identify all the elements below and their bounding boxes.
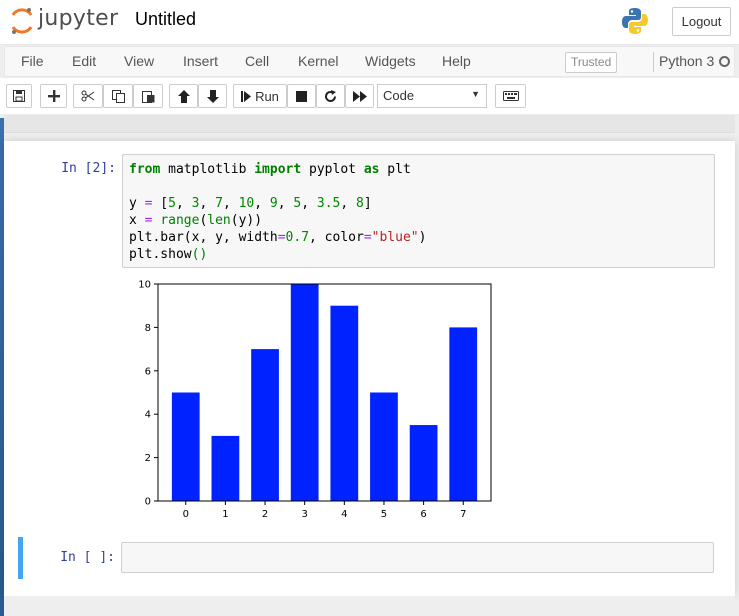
code-cell-input[interactable] [121,542,714,573]
trusted-indicator[interactable]: Trusted [565,52,618,73]
jupyter-logo-text: jupyter [38,6,119,31]
code-line: plt.bar(x, y, width=0.7, color="blue") [129,230,427,245]
x-tick-label: 3 [301,509,307,519]
cut-icon [81,90,95,102]
arrow-up-icon [177,89,190,103]
move-up-button[interactable] [169,84,198,108]
bar-0 [171,392,200,501]
insert-cell-button[interactable] [40,84,67,108]
menu-help[interactable]: Help [442,53,471,69]
paste-button[interactable] [133,84,163,108]
bar-1 [211,435,240,501]
y-tick-label: 4 [145,410,151,421]
bar-chart-output: 0 1 2 3 4 5 6 7 0 2 4 6 8 10 [122,279,502,519]
keyboard-icon [502,91,519,101]
jupyter-logo-icon[interactable] [9,6,35,36]
cell-prompt: In [2]: [61,161,116,176]
x-tick-label: 4 [341,509,347,519]
menu-view[interactable]: View [124,53,154,69]
python-logo-icon [622,8,648,34]
bar-2 [251,349,279,501]
notebook-title[interactable]: Untitled [135,9,196,30]
logout-button[interactable]: Logout [672,7,731,36]
menubar: File Edit View Insert Cell Kernel Widget… [4,46,735,77]
arrow-down-icon [206,89,219,103]
y-tick-label: 6 [145,366,151,377]
y-tick-label: 2 [145,453,151,464]
code-line: from matplotlib import pyplot as plt [129,162,411,177]
restart-button[interactable] [316,84,345,108]
stop-icon [296,90,307,102]
bar-4 [330,305,359,501]
menu-kernel[interactable]: Kernel [298,53,338,69]
menu-insert[interactable]: Insert [183,53,218,69]
menu-edit[interactable]: Edit [72,53,96,69]
bar-6 [409,425,438,501]
x-tick-label: 0 [183,509,189,519]
bar-5 [370,392,398,501]
paste-icon [141,90,154,103]
selected-empty-cell[interactable]: In [ ]: [18,537,719,579]
copy-button[interactable] [103,84,133,108]
restart-icon [325,89,336,102]
toolbar: Run Code ▼ [0,78,739,114]
chevron-down-icon: ▼ [471,89,480,99]
menu-cell[interactable]: Cell [245,53,269,69]
restart-run-all-button[interactable] [345,84,374,108]
cell-type-select[interactable]: Code ▼ [377,84,487,108]
x-tick-label: 2 [262,509,268,519]
cell-type-value: Code [383,88,415,103]
menu-file[interactable]: File [21,53,44,69]
command-palette-button[interactable] [495,84,526,108]
copy-icon [111,89,125,103]
code-line: plt.show() [129,247,208,262]
plus-icon [47,90,60,102]
fast-forward-icon [352,90,367,102]
menu-widgets[interactable]: Widgets [365,53,416,69]
code-line: y = [5, 3, 7, 10, 9, 5, 3.5, 8] [129,196,372,211]
bar-7 [449,327,478,501]
kernel-status-icon [719,56,730,67]
y-tick-label: 0 [145,497,151,508]
notebook-container: In [2]: from matplotlib import pyplot as… [4,141,735,596]
kernel-separator [653,52,654,72]
y-tick-label: 8 [145,323,151,334]
x-tick-label: 1 [222,509,228,519]
x-tick-label: 7 [460,509,466,519]
save-icon [13,90,25,102]
bar-3 [290,284,319,501]
code-line: x = range(len(y)) [129,213,263,228]
x-tick-label: 5 [381,509,387,519]
y-tick-label: 10 [138,280,151,291]
interrupt-button[interactable] [287,84,316,108]
cell-prompt: In [ ]: [60,550,115,565]
step-forward-icon [241,90,252,102]
header: jupyter Untitled Logout [0,0,739,45]
code-cell-input[interactable]: from matplotlib import pyplot as plt y =… [122,154,715,268]
run-button[interactable]: Run [233,84,287,108]
x-tick-label: 6 [420,509,426,519]
cut-button[interactable] [73,84,103,108]
header-divider [4,115,735,133]
run-label: Run [255,88,279,104]
page-bottom [4,596,735,616]
move-down-button[interactable] [198,84,227,108]
kernel-name[interactable]: Python 3 [659,53,714,69]
save-button[interactable] [6,84,32,108]
